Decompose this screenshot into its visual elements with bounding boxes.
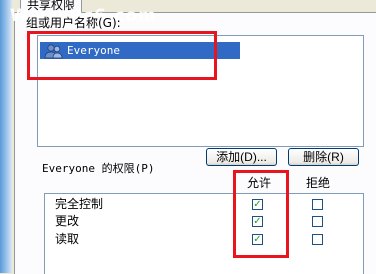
permission-full-control-label: 完全控制	[55, 197, 104, 211]
highlight-box-allow	[233, 170, 289, 258]
remove-button[interactable]: 删除(R)	[288, 148, 359, 166]
deny-change-checkbox[interactable]	[312, 216, 323, 227]
column-deny: 拒绝	[306, 176, 331, 190]
permission-change-label: 更改	[55, 214, 80, 228]
highlight-box-user	[27, 31, 217, 80]
deny-read-checkbox[interactable]	[312, 234, 323, 245]
permissions-label: Everyone 的权限(P)	[42, 162, 155, 175]
group-or-user-label: 组或用户名称(G):	[26, 16, 121, 30]
permission-read-label: 读取	[55, 232, 80, 246]
deny-full-control-checkbox[interactable]	[312, 199, 323, 210]
add-button[interactable]: 添加(D)...	[206, 148, 277, 166]
window-left-edge	[0, 0, 12, 273]
